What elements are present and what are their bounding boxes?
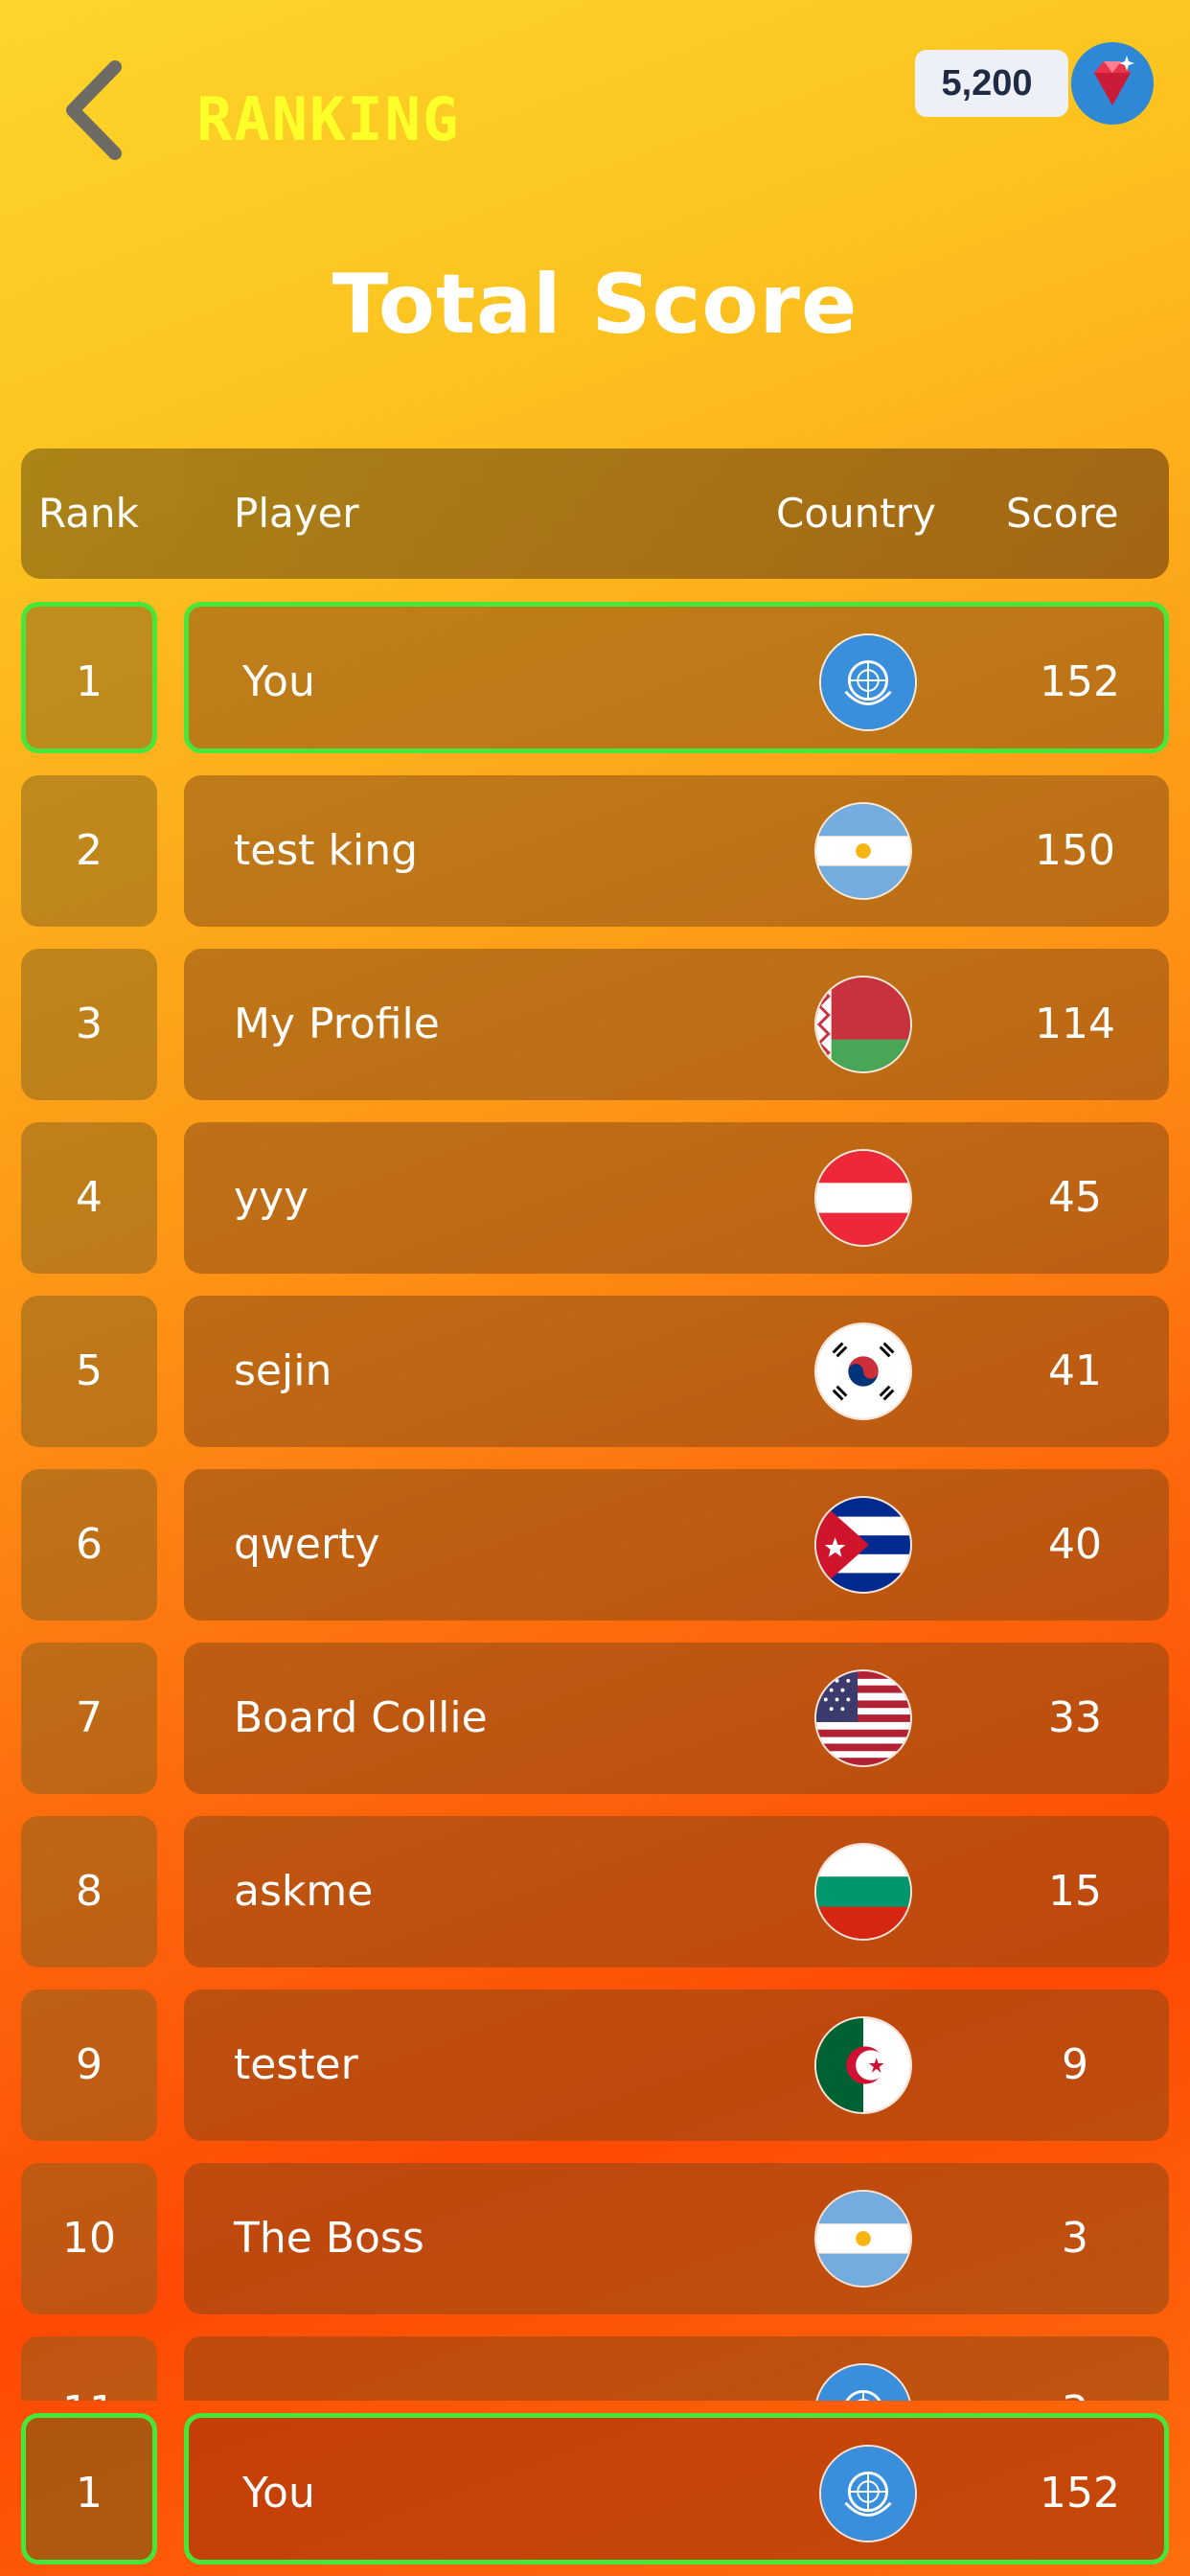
player-name: askme [234, 1867, 374, 1916]
rank-cell: 8 [21, 1816, 157, 1967]
belarus-flag-icon [814, 976, 912, 1073]
rank-cell: 3 [21, 949, 157, 1100]
player-cell: tester 9 [184, 1990, 1169, 2141]
player-score: 3 [1062, 2214, 1088, 2263]
leaderboard-row[interactable]: 9 tester 9 [0, 1990, 1190, 2145]
un-flag-icon [819, 2445, 917, 2542]
country-column-header: Country [776, 490, 936, 537]
leaderboard-row[interactable]: 2 test king 150 [0, 775, 1190, 931]
player-name: You [242, 657, 315, 706]
page-title: RANKING [196, 84, 461, 154]
player-cell: You 152 [184, 602, 1169, 753]
player-score: 41 [1048, 1346, 1102, 1395]
leaderboard-row[interactable]: 7 Board Collie 33 [0, 1643, 1190, 1798]
leaderboard-row[interactable]: 6 qwerty 40 [0, 1469, 1190, 1624]
un-flag-icon [819, 633, 917, 731]
player-name: test king [234, 826, 419, 875]
leaderboard-row[interactable]: 1 You 152 [0, 602, 1190, 757]
player-score: 152 [1040, 657, 1120, 706]
player-name: My Profile [234, 1000, 440, 1048]
rank-cell: 9 [21, 1990, 157, 2141]
player-name: sejin [234, 1346, 332, 1395]
rank-cell: 6 [21, 1469, 157, 1621]
rank-cell: 10 [21, 2163, 157, 2314]
leaderboard-header: Rank Player Country Score [21, 448, 1169, 579]
player-name: Board Collie [234, 1693, 488, 1742]
player-cell: qwerty 40 [184, 1469, 1169, 1621]
player-cell: yyy 45 [184, 1122, 1169, 1274]
player-cell: test king 150 [184, 775, 1169, 927]
rank-cell: 5 [21, 1296, 157, 1447]
rank-cell: 1 [21, 2413, 157, 2564]
ruby-gem-icon [1071, 42, 1154, 125]
leaderboard-row[interactable]: 5 sejin 41 [0, 1296, 1190, 1451]
player-score: 15 [1048, 1867, 1102, 1916]
score-column-header: Score [1006, 490, 1119, 537]
leaderboard-row[interactable]: 3 My Profile 114 [0, 949, 1190, 1104]
player-name: qwerty [234, 1520, 380, 1569]
rank-cell: 2 [21, 775, 157, 927]
rank-cell: 4 [21, 1122, 157, 1274]
player-cell: askme 15 [184, 1816, 1169, 1967]
leaderboard-row[interactable]: 11a3 [0, 2336, 1190, 2401]
austria-flag-icon [814, 1149, 912, 1247]
argentina-flag-icon [814, 802, 912, 900]
player-name: You [242, 2469, 315, 2518]
player-name: yyy [234, 1173, 309, 1222]
player-score: 33 [1048, 1693, 1102, 1742]
rank-cell: 7 [21, 1643, 157, 1794]
chevron-left-icon [66, 60, 122, 160]
player-name: The Boss [234, 2214, 424, 2263]
back-button[interactable] [56, 58, 142, 163]
player-name: tester [234, 2040, 358, 2089]
leaderboard-row[interactable]: 4 yyy 45 [0, 1122, 1190, 1277]
player-score: 45 [1048, 1173, 1102, 1222]
gem-count: 5,200 [941, 63, 1033, 104]
player-score: 114 [1035, 1000, 1115, 1048]
un-flag-icon [814, 2363, 912, 2401]
player-cell: sejin 41 [184, 1296, 1169, 1447]
south-korea-flag-icon [814, 1322, 912, 1420]
player-score: 9 [1062, 2040, 1088, 2089]
player-score: 152 [1040, 2469, 1120, 2518]
player-cell: Board Collie 33 [184, 1643, 1169, 1794]
player-cell: My Profile 114 [184, 949, 1169, 1100]
player-score: 3 [998, 2336, 1152, 2401]
bulgaria-flag-icon [814, 1843, 912, 1941]
rank-column-header: Rank [38, 490, 139, 537]
player-cell: The Boss 3 [184, 2163, 1169, 2314]
algeria-flag-icon [814, 2016, 912, 2114]
argentina-flag-icon [814, 2190, 912, 2288]
player-score: 150 [1035, 826, 1115, 875]
leaderboard-row[interactable]: 8 askme 15 [0, 1816, 1190, 1971]
rank-cell: 11 [21, 2336, 157, 2401]
leaderboard-list[interactable]: 1 You 152 2 test king 150 3 My Profile 114 4 yyy 45… [0, 594, 1190, 2401]
rank-cell: 1 [21, 602, 157, 753]
current-player-row[interactable]: 1 You 152 [0, 2413, 1190, 2568]
player-cell: You 152 [184, 2413, 1169, 2564]
player-score: 40 [1048, 1520, 1102, 1569]
player-column-header: Player [234, 490, 359, 537]
player-cell: a3 [184, 2336, 1169, 2401]
usa-flag-icon [814, 1669, 912, 1767]
total-score-heading: Total Score [332, 257, 858, 353]
leaderboard-row[interactable]: 10 The Boss 3 [0, 2163, 1190, 2318]
player-name: a [234, 2336, 260, 2401]
cuba-flag-icon [814, 1496, 912, 1594]
